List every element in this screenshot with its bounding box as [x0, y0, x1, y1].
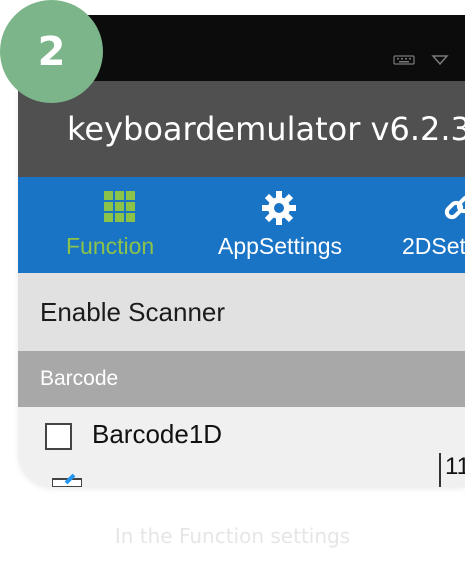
checkbox-checked-icon	[52, 473, 82, 487]
gear-icon	[262, 191, 296, 225]
barcode-settings-area: Barcode1D 11	[18, 407, 465, 487]
tab-appsettings[interactable]: AppSettings	[214, 177, 364, 273]
enable-scanner-row[interactable]: Enable Scanner	[18, 273, 465, 351]
barcode-value-input[interactable]: 11	[439, 453, 465, 487]
link-icon	[444, 194, 465, 220]
step-number-badge: 2	[0, 0, 103, 103]
wifi-icon	[431, 55, 449, 65]
step-number: 2	[37, 28, 66, 75]
tab-2dsettings-label: 2DSettings	[402, 233, 465, 259]
app-bar: keyboardemulator v6.2.3	[18, 81, 465, 177]
barcode1d-label: Barcode1D	[92, 419, 223, 449]
tab-function[interactable]: Function	[18, 177, 218, 273]
barcode1d-checkbox[interactable]	[45, 423, 72, 450]
enable-scanner-label: Enable Scanner	[40, 296, 226, 327]
tab-appsettings-label: AppSettings	[218, 233, 343, 259]
status-icons	[393, 55, 451, 65]
tab-function-label: Function	[66, 233, 155, 259]
keyboard-icon	[393, 55, 415, 65]
step-caption: In the Function settings	[114, 524, 351, 548]
grid-icon	[104, 191, 135, 222]
tab-bar: Function AppSettings 2DSet	[18, 177, 465, 273]
barcode-section-label: Barcode	[40, 367, 119, 390]
app-title: keyboardemulator v6.2.3	[67, 110, 465, 148]
barcode-section-header: Barcode	[18, 351, 465, 407]
tutorial-step-page: 2 keyboardemulator v6.2.3 Function AppSe…	[0, 0, 465, 561]
tab-2dsettings[interactable]: 2DSettings	[400, 177, 465, 273]
